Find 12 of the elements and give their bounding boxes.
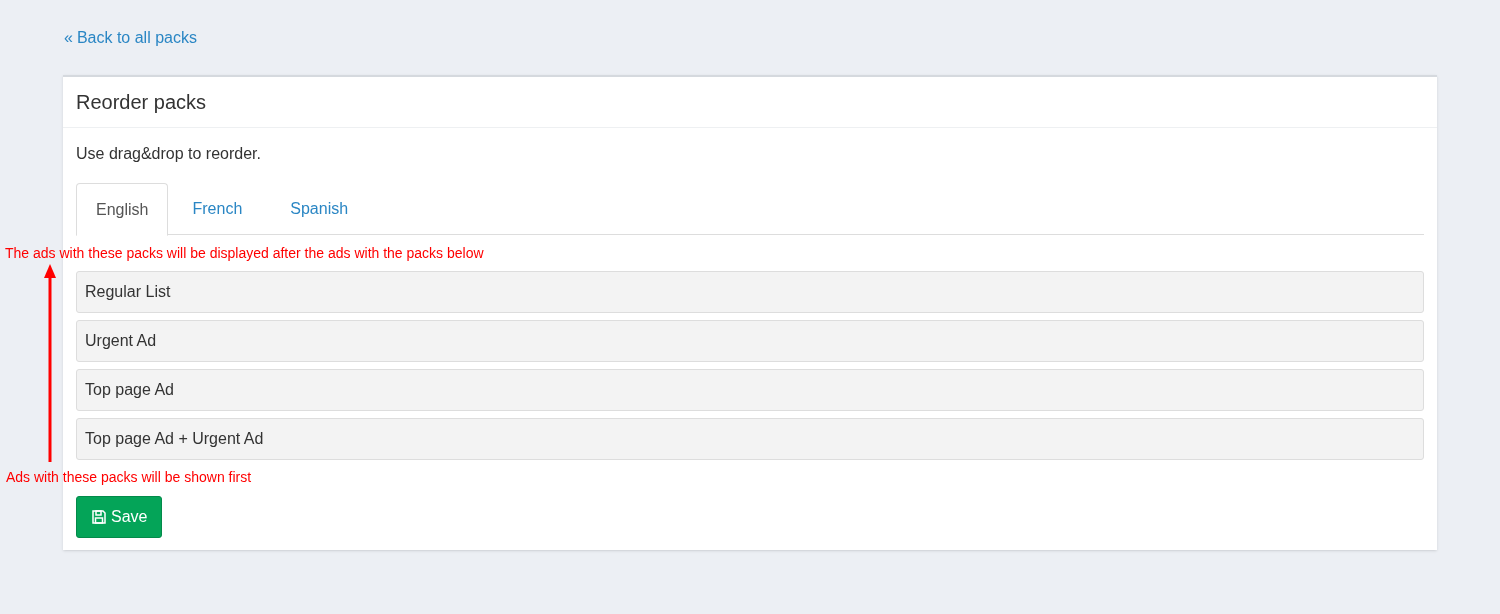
language-tab[interactable]: Spanish — [266, 183, 373, 235]
pack-item[interactable]: Urgent Ad — [76, 320, 1424, 362]
language-tab[interactable]: French — [168, 183, 267, 235]
annotation-text: Ads with these packs will be shown first — [6, 468, 252, 486]
pack-item[interactable]: Top page Ad + Urgent Ad — [76, 418, 1424, 460]
back-link[interactable]: « Back to all packs — [64, 28, 197, 48]
card-title: Reorder packs — [76, 90, 207, 115]
instruction-text: Use drag&drop to reorder. — [76, 144, 261, 164]
pack-item[interactable]: Top page Ad — [76, 369, 1424, 411]
annotation-text: The ads with these packs will be displayed after the ads with the packs below — [5, 244, 484, 262]
pack-item[interactable]: Regular List — [76, 271, 1424, 313]
language-tab[interactable]: English — [76, 183, 169, 236]
